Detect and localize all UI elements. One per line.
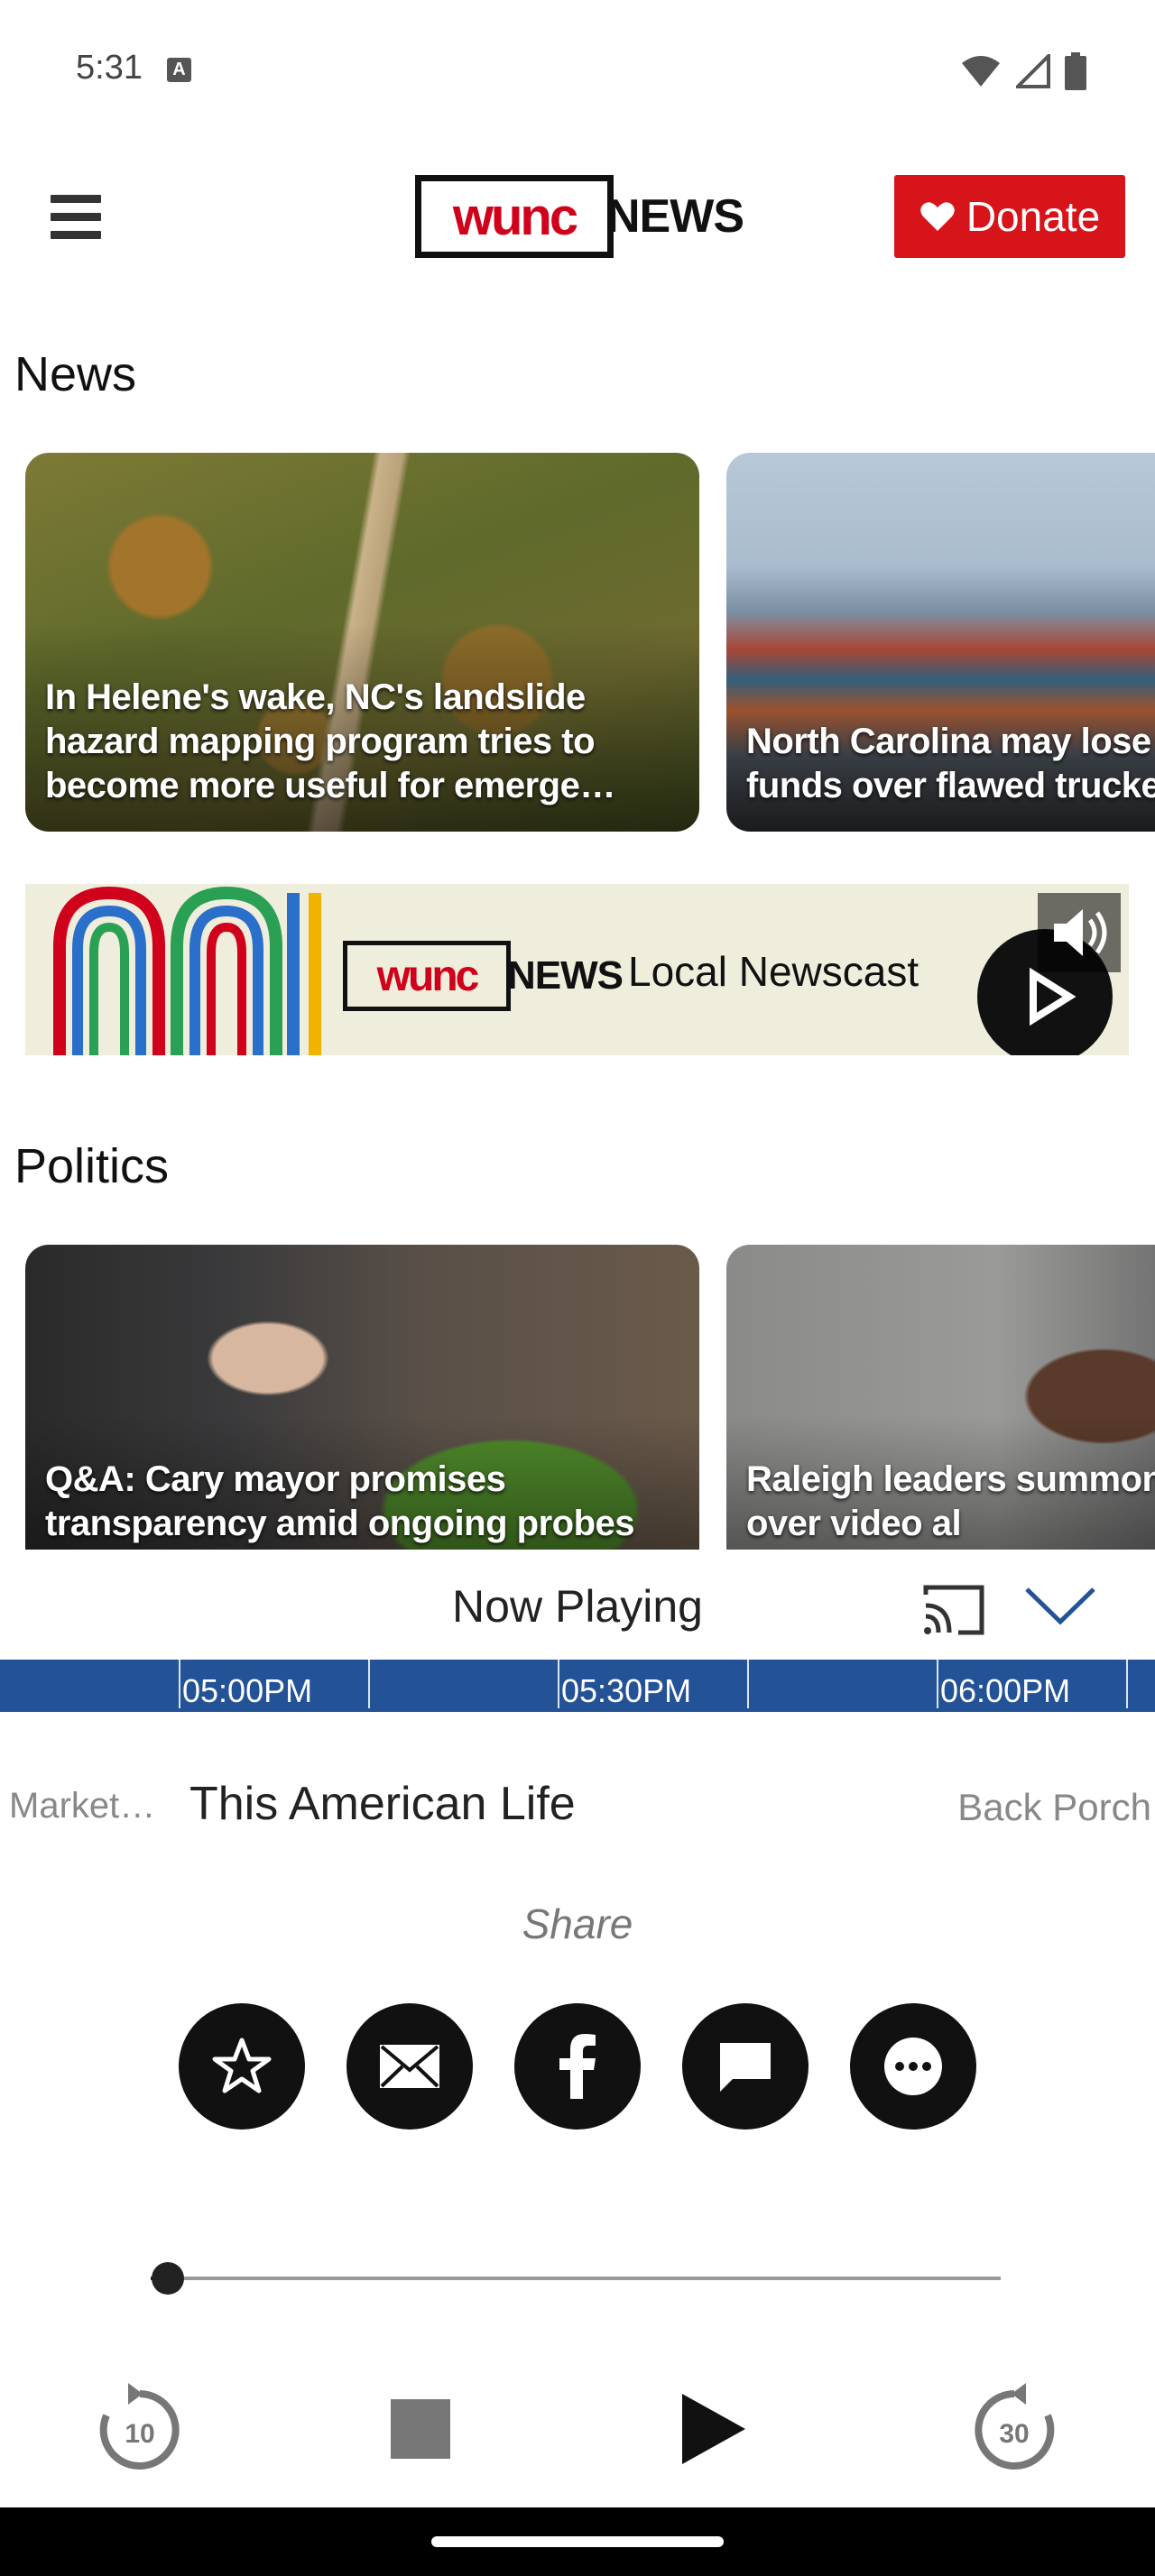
banner-text: Local Newscast <box>628 948 919 995</box>
share-label: Share <box>522 1900 633 1947</box>
politics-card[interactable]: Raleigh leaders summon legislature over … <box>726 1245 1155 1550</box>
timeline-tick <box>179 1660 180 1708</box>
play-icon <box>682 2394 745 2464</box>
banner-logo: wunc NEWS <box>343 940 624 1012</box>
card-caption: North Carolina may lose federal funds ov… <box>746 722 1155 805</box>
politics-card[interactable]: Q&A: Cary mayor promises transparency am… <box>25 1245 699 1550</box>
next-show[interactable]: Back Porch <box>957 1786 1151 1829</box>
cast-icon[interactable] <box>922 1582 985 1636</box>
message-share-button[interactable] <box>682 2003 808 2130</box>
logo-wunc: wunc <box>415 175 614 258</box>
timeline-label: 06:00PM <box>940 1672 1071 1709</box>
wunc-news-logo: wunc NEWS <box>415 173 744 260</box>
forward-button[interactable]: 30 <box>956 2370 1073 2488</box>
share-buttons <box>179 2003 976 2130</box>
section-title-news: News <box>14 347 137 401</box>
email-share-button[interactable] <box>346 2003 473 2130</box>
home-gesture-handle[interactable] <box>431 2536 724 2547</box>
status-bar: 5:31 A <box>0 0 1155 135</box>
card-caption: In Helene's wake, NC's landslide hazard … <box>45 677 615 805</box>
play-button[interactable] <box>654 2370 772 2488</box>
playback-progress-slider[interactable] <box>151 2260 1001 2296</box>
timeline-tick <box>747 1660 749 1708</box>
app-header: wunc NEWS Donate <box>0 135 1155 298</box>
timeline-tick <box>558 1660 559 1708</box>
favorite-button[interactable] <box>179 2003 305 2130</box>
system-navigation-bar <box>0 2507 1155 2576</box>
email-icon <box>380 2045 439 2088</box>
facebook-share-button[interactable] <box>514 2003 641 2130</box>
forward-30-icon: 30 <box>975 2383 1055 2470</box>
timeline-tick <box>368 1660 370 1708</box>
card-caption: Q&A: Cary mayor promises transparency am… <box>45 1459 635 1543</box>
news-card[interactable]: North Carolina may lose federal funds ov… <box>726 453 1155 832</box>
local-newscast-banner[interactable]: wunc NEWS Local Newscast <box>25 884 1129 1055</box>
rewind-10-icon: 10 <box>99 2383 180 2470</box>
volume-icon[interactable] <box>1038 893 1121 972</box>
schedule-timeline[interactable]: 05:00PM 05:30PM 06:00PM <box>0 1660 1155 1712</box>
banner-logo-wunc: wunc <box>343 941 511 1011</box>
cell-signal-icon <box>1016 54 1050 88</box>
newscast-arches-graphic <box>53 886 321 1055</box>
timeline-label: 05:00PM <box>182 1672 313 1709</box>
chevron-down-icon[interactable] <box>1023 1584 1097 1629</box>
progress-track <box>151 2277 1001 2280</box>
logo-news: NEWS <box>606 190 744 243</box>
battery-icon <box>1065 52 1086 90</box>
wifi-icon <box>962 56 1000 87</box>
card-caption: Raleigh leaders summon legislature over … <box>746 1459 1155 1543</box>
hamburger-menu-icon[interactable] <box>51 195 101 240</box>
shows-row: Market… This American Life Back Porch <box>0 1775 1155 1847</box>
star-icon <box>212 2038 272 2093</box>
status-icons <box>960 52 1086 90</box>
rewind-label: 10 <box>125 2419 154 2449</box>
forward-label: 30 <box>999 2419 1029 2449</box>
playback-controls: 10 30 <box>0 2370 1155 2488</box>
current-show: This American Life <box>189 1778 576 1830</box>
facebook-icon <box>559 2034 596 2099</box>
status-time: 5:31 <box>76 49 143 87</box>
politics-card-row[interactable]: Q&A: Cary mayor promises transparency am… <box>25 1245 1155 1550</box>
news-card[interactable]: In Helene's wake, NC's landslide hazard … <box>25 453 699 832</box>
more-icon <box>884 2038 942 2095</box>
stop-icon <box>391 2399 450 2459</box>
donate-label: Donate <box>966 193 1101 240</box>
now-playing-panel: Now Playing 05:00PM 05:30PM 06:00PM Mark… <box>0 1550 1155 2507</box>
banner-logo-news: NEWS <box>507 953 624 998</box>
section-title-politics: Politics <box>14 1139 170 1193</box>
timeline-tick <box>937 1660 938 1708</box>
timeline-tick <box>1126 1660 1128 1708</box>
timeline-label: 05:30PM <box>561 1672 692 1709</box>
stop-button[interactable] <box>362 2370 479 2488</box>
news-card-row[interactable]: In Helene's wake, NC's landslide hazard … <box>25 453 1155 832</box>
donate-button[interactable]: Donate <box>894 175 1125 258</box>
previous-show[interactable]: Market… <box>9 1786 155 1826</box>
rewind-button[interactable]: 10 <box>81 2370 199 2488</box>
more-share-button[interactable] <box>850 2003 976 2130</box>
message-icon <box>720 2043 771 2092</box>
progress-thumb[interactable] <box>151 2262 184 2295</box>
heart-icon <box>920 202 955 231</box>
a-icon: A <box>167 58 191 82</box>
